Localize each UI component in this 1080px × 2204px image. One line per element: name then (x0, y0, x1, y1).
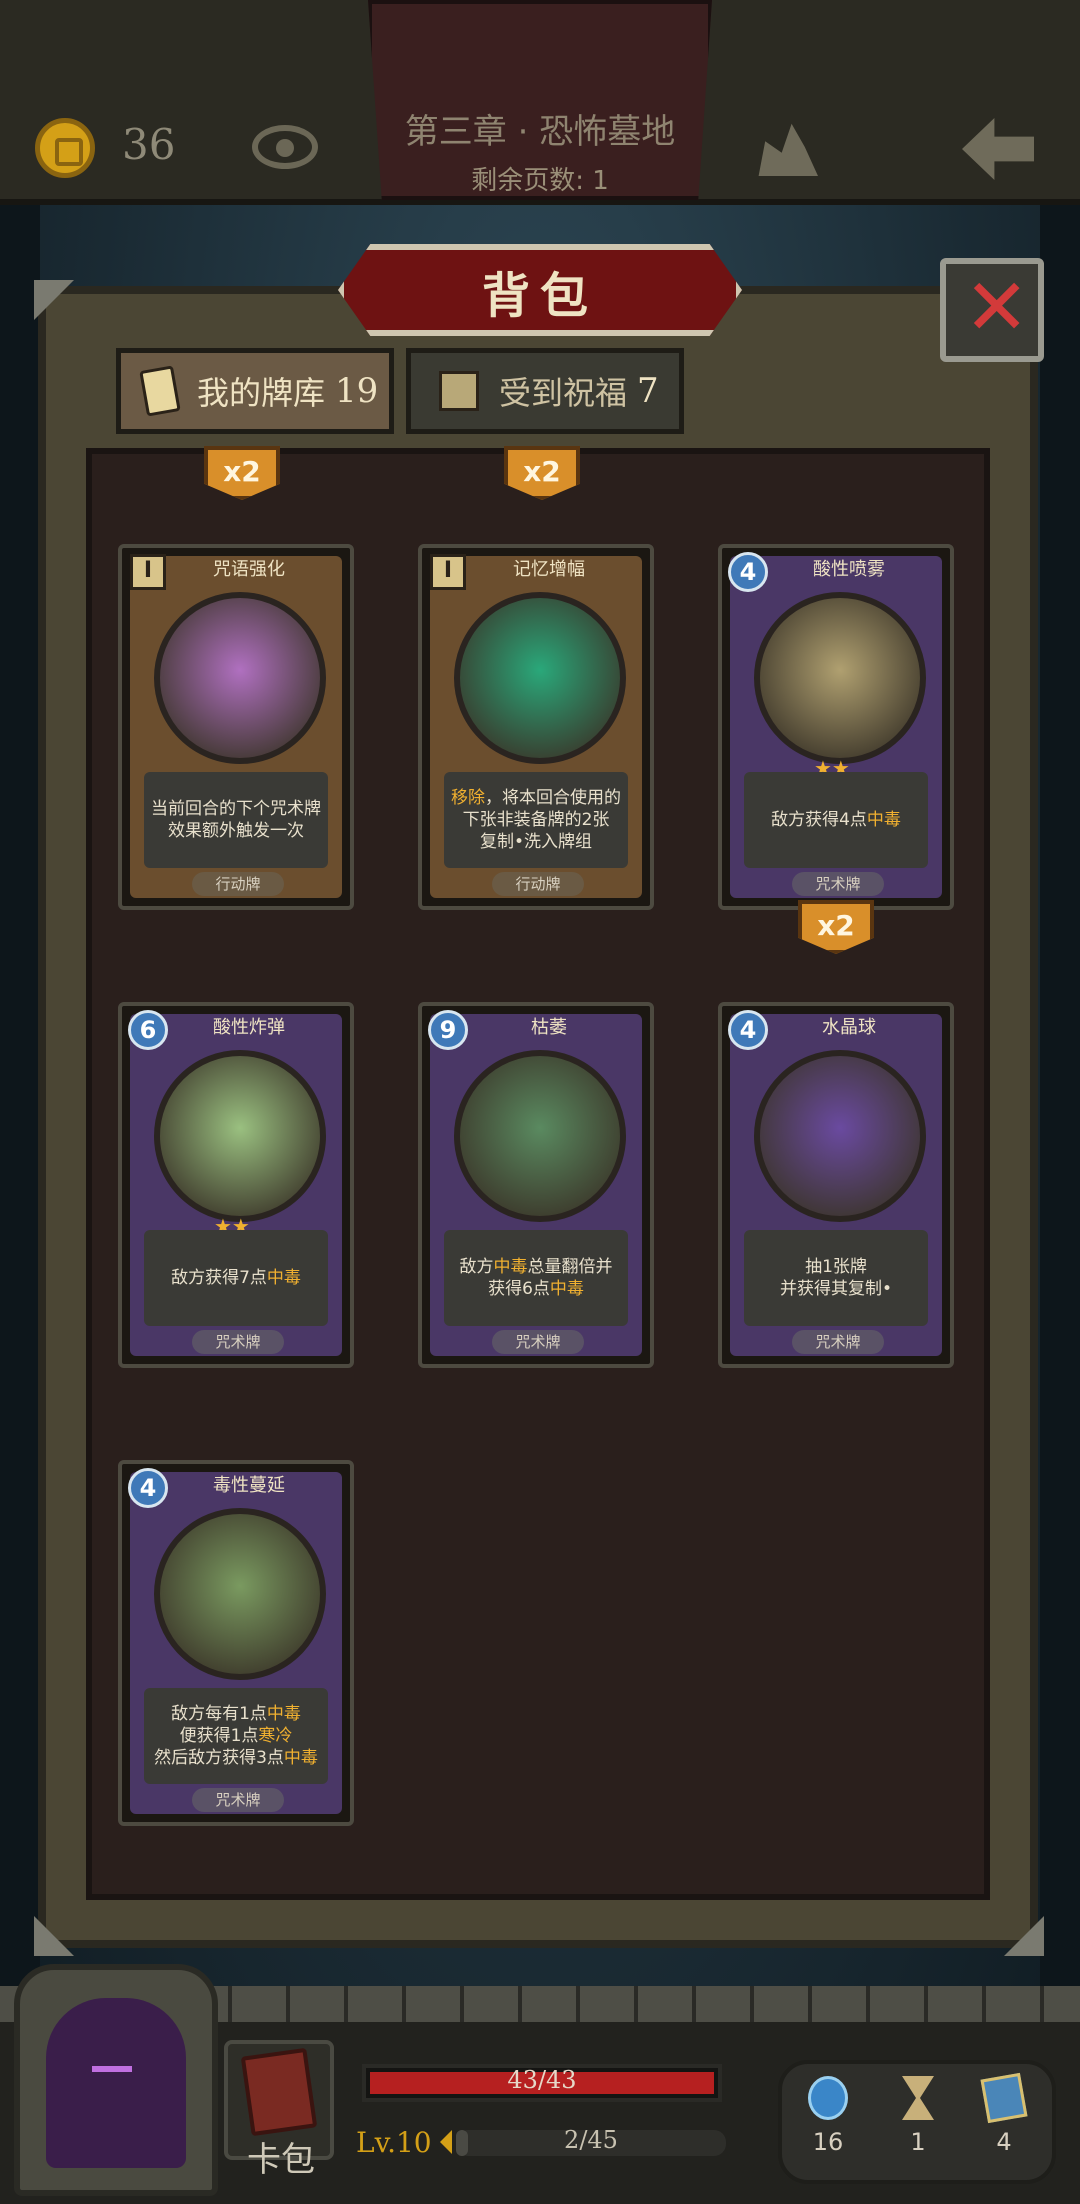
mana-cost: 4 (128, 1468, 168, 1508)
card-description-line: 敌方中毒总量翻倍并 (459, 1257, 613, 1277)
mana-cost: 9 (428, 1010, 468, 1050)
card-description: 敌方获得4点中毒 (744, 772, 928, 868)
card-name: 咒语强化 (213, 559, 285, 580)
card-type-label: 咒术牌 (192, 1330, 284, 1354)
cards-icon (980, 2072, 1028, 2124)
card-art (754, 1050, 926, 1222)
tab-count: 19 (335, 371, 379, 411)
pages-left: 剩余页数: 1 (471, 166, 609, 196)
card[interactable]: 毒性蔓延 4 敌方每有1点中毒 便获得1点寒冷 然后敌方获得3点中毒咒术牌 (118, 1460, 354, 1826)
tab-count: 7 (637, 371, 659, 411)
card-description-line: 下张非装备牌的2张 (462, 810, 610, 830)
gold-count: 36 (122, 120, 176, 169)
card-description: 当前回合的下个咒术牌 效果额外触发一次 (144, 772, 328, 868)
card-description-line: 敌方每有1点中毒 (171, 1704, 301, 1724)
tree-silhouette-right (1040, 200, 1080, 2000)
hero-portrait[interactable] (46, 1998, 186, 2168)
card-type-label: 咒术牌 (492, 1330, 584, 1354)
card-description: 敌方中毒总量翻倍并 获得6点中毒 (444, 1230, 628, 1326)
card-description: 敌方获得7点中毒 (144, 1230, 328, 1326)
card-art (154, 592, 326, 764)
resource-orb-count: 16 (812, 2128, 844, 2156)
card-description: 敌方每有1点中毒 便获得1点寒冷 然后敌方获得3点中毒 (144, 1688, 328, 1784)
tab-label: 我的牌库 (197, 374, 326, 412)
card-description: 移除，将本回合使用的 下张非装备牌的2张 复制•洗入牌组 (444, 772, 628, 868)
resource-hourglass-count: 1 (910, 2128, 926, 2156)
card-art (754, 592, 926, 764)
eye-icon[interactable] (252, 125, 318, 169)
card-description-line: 移除，将本回合使用的 (451, 788, 621, 808)
card[interactable]: 酸性喷雾 4 ★★ 敌方获得4点中毒 咒术牌 (718, 544, 954, 910)
card-description-line: 敌方获得7点中毒 (171, 1268, 301, 1288)
card-type-label: 行动牌 (492, 872, 584, 896)
card-description-line: 并获得其复制• (779, 1279, 893, 1299)
card[interactable]: 咒语强化 I 当前回合的下个咒术牌 效果额外触发一次行动牌 (118, 544, 354, 910)
tab-blessings[interactable]: 受到祝福 7 (406, 348, 684, 434)
coin-icon (35, 118, 95, 178)
hero-eye-glow (92, 2066, 132, 2072)
card-name: 毒性蔓延 (213, 1475, 285, 1496)
orb-icon (808, 2076, 848, 2120)
mana-cost: 4 (728, 1010, 768, 1050)
xp-arrow-icon (440, 2130, 452, 2154)
player-level: Lv.10 (356, 2126, 432, 2159)
card-type-label: 咒术牌 (792, 1330, 884, 1354)
gift-icon (439, 371, 479, 411)
card-description-line: 便获得1点寒冷 (179, 1726, 293, 1746)
xp-text: 2/45 (564, 2126, 618, 2154)
close-icon[interactable]: ✕ (964, 268, 1029, 348)
hourglass-cost-icon: I (130, 554, 166, 590)
card-description-line: 然后敌方获得3点中毒 (154, 1748, 318, 1768)
card-type-label: 咒术牌 (192, 1788, 284, 1812)
card-name: 酸性炸弹 (213, 1017, 285, 1038)
card-art (454, 592, 626, 764)
deck-label: 卡包 (247, 2140, 315, 2180)
mana-cost: 4 (728, 552, 768, 592)
tab-label: 受到祝福 (499, 374, 628, 412)
card-name: 枯萎 (531, 1017, 567, 1038)
hourglass-cost-icon: I (430, 554, 466, 590)
card[interactable]: 酸性炸弹 6 ★★ 敌方获得7点中毒 咒术牌 (118, 1002, 354, 1368)
bag-title: 背包 (481, 268, 598, 324)
card-name: 水晶球 (822, 1017, 876, 1038)
card-description-line: 当前回合的下个咒术牌 (151, 799, 321, 819)
card-art (154, 1508, 326, 1680)
card-description-line: 复制•洗入牌组 (479, 832, 593, 852)
card-description-line: 敌方获得4点中毒 (771, 810, 901, 830)
cards-icon (139, 365, 181, 417)
card-description-line: 抽1张牌 (805, 1257, 867, 1277)
card-art (154, 1050, 326, 1222)
card-name: 记忆增幅 (513, 559, 585, 580)
card-name: 酸性喷雾 (813, 559, 885, 580)
card[interactable]: 枯萎 9 敌方中毒总量翻倍并 获得6点中毒咒术牌 (418, 1002, 654, 1368)
mana-cost: 6 (128, 1010, 168, 1050)
card-description: 抽1张牌 并获得其复制• (744, 1230, 928, 1326)
card-type-label: 行动牌 (192, 872, 284, 896)
chapter-title: 第三章 · 恐怖墓地 (404, 112, 676, 152)
card[interactable]: 记忆增幅 I 移除，将本回合使用的 下张非装备牌的2张 复制•洗入牌组行动牌 (418, 544, 654, 910)
card-description-line: 效果额外触发一次 (168, 821, 304, 841)
card-description-line: 获得6点中毒 (488, 1279, 584, 1299)
tree-silhouette-left (0, 200, 40, 2000)
card-type-label: 咒术牌 (792, 872, 884, 896)
card[interactable]: 水晶球 4 抽1张牌 并获得其复制• 咒术牌 (718, 1002, 954, 1368)
hp-text: 43/43 (507, 2066, 577, 2094)
tab-my-deck[interactable]: 我的牌库 19 (116, 348, 394, 434)
book-icon (240, 2047, 318, 2137)
card-art (454, 1050, 626, 1222)
resource-cards-count: 4 (996, 2128, 1012, 2156)
